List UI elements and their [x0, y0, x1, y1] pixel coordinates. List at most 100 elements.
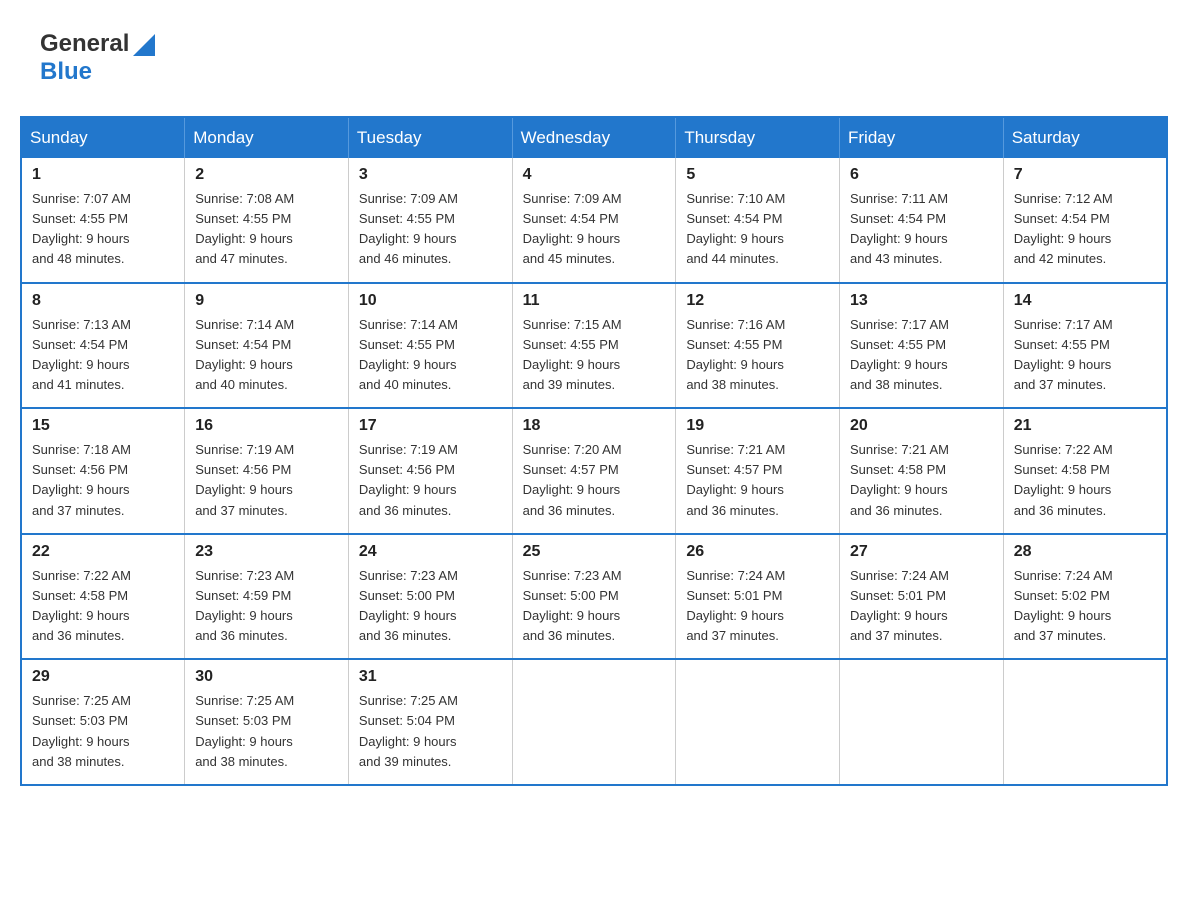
calendar-cell: 14Sunrise: 7:17 AMSunset: 4:55 PMDayligh…	[1003, 283, 1167, 409]
day-info: Sunrise: 7:25 AMSunset: 5:04 PMDaylight:…	[359, 691, 502, 772]
calendar-cell: 6Sunrise: 7:11 AMSunset: 4:54 PMDaylight…	[840, 158, 1004, 283]
calendar-cell: 24 Sunrise: 7:23 AMSunset: 5:00 PMDayligh…	[348, 534, 512, 660]
calendar-cell: 13 Sunrise: 7:17 AMSunset: 4:55 PMDayligh…	[840, 283, 1004, 409]
day-number: 27	[850, 543, 993, 561]
day-number: 28	[1014, 543, 1156, 561]
day-info: Sunrise: 7:19 AMSunset: 4:56 PMDaylight:…	[359, 440, 502, 521]
logo-general-text: General	[40, 30, 129, 58]
day-info: Sunrise: 7:13 AMSunset: 4:54 PMDaylight:…	[32, 315, 174, 396]
calendar-cell: 4 Sunrise: 7:09 AMSunset: 4:54 PMDaylight…	[512, 158, 676, 283]
day-number: 5	[686, 166, 829, 184]
calendar-cell: 10Sunrise: 7:14 AMSunset: 4:55 PMDayligh…	[348, 283, 512, 409]
day-number: 16	[195, 417, 338, 435]
day-info: Sunrise: 7:14 AMSunset: 4:54 PMDaylight:…	[195, 315, 338, 396]
day-number: 7	[1014, 166, 1156, 184]
column-header-thursday: Thursday	[676, 117, 840, 158]
calendar-cell: 3 Sunrise: 7:09 AMSunset: 4:55 PMDaylight…	[348, 158, 512, 283]
day-number: 29	[32, 668, 174, 686]
day-info: Sunrise: 7:09 AMSunset: 4:54 PMDaylight:…	[523, 189, 666, 270]
calendar-cell: 25 Sunrise: 7:23 AMSunset: 5:00 PMDayligh…	[512, 534, 676, 660]
calendar-cell: 9Sunrise: 7:14 AMSunset: 4:54 PMDaylight…	[185, 283, 349, 409]
day-number: 19	[686, 417, 829, 435]
day-info: Sunrise: 7:17 AMSunset: 4:55 PMDaylight:…	[850, 315, 993, 396]
calendar-cell: 2Sunrise: 7:08 AMSunset: 4:55 PMDaylight…	[185, 158, 349, 283]
day-number: 18	[523, 417, 666, 435]
day-number: 24	[359, 543, 502, 561]
day-info: Sunrise: 7:25 AMSunset: 5:03 PMDaylight:…	[195, 691, 338, 772]
day-info: Sunrise: 7:24 AMSunset: 5:01 PMDaylight:…	[686, 566, 829, 647]
calendar-cell: 1 Sunrise: 7:07 AMSunset: 4:55 PMDaylight…	[21, 158, 185, 283]
calendar-cell: 26 Sunrise: 7:24 AMSunset: 5:01 PMDayligh…	[676, 534, 840, 660]
calendar-week-row: 8Sunrise: 7:13 AMSunset: 4:54 PMDaylight…	[21, 283, 1167, 409]
calendar-cell: 17Sunrise: 7:19 AMSunset: 4:56 PMDayligh…	[348, 408, 512, 534]
day-number: 26	[686, 543, 829, 561]
calendar-cell	[1003, 659, 1167, 785]
calendar-cell: 21 Sunrise: 7:22 AMSunset: 4:58 PMDayligh…	[1003, 408, 1167, 534]
calendar-cell: 22Sunrise: 7:22 AMSunset: 4:58 PMDayligh…	[21, 534, 185, 660]
day-number: 20	[850, 417, 993, 435]
day-info: Sunrise: 7:14 AMSunset: 4:55 PMDaylight:…	[359, 315, 502, 396]
day-info: Sunrise: 7:21 AMSunset: 4:58 PMDaylight:…	[850, 440, 993, 521]
calendar-cell: 11 Sunrise: 7:15 AMSunset: 4:55 PMDayligh…	[512, 283, 676, 409]
calendar-week-row: 29 Sunrise: 7:25 AMSunset: 5:03 PMDayligh…	[21, 659, 1167, 785]
day-info: Sunrise: 7:07 AMSunset: 4:55 PMDaylight:…	[32, 189, 174, 270]
page-header: General Blue	[20, 20, 1168, 96]
calendar-cell	[512, 659, 676, 785]
calendar-cell: 30 Sunrise: 7:25 AMSunset: 5:03 PMDayligh…	[185, 659, 349, 785]
day-number: 1	[32, 166, 174, 184]
column-header-wednesday: Wednesday	[512, 117, 676, 158]
calendar-cell: 29Sunrise: 7:25 AMSunset: 5:03 PMDayligh…	[21, 659, 185, 785]
day-info: Sunrise: 7:19 AMSunset: 4:56 PMDaylight:…	[195, 440, 338, 521]
day-number: 23	[195, 543, 338, 561]
day-info: Sunrise: 7:15 AMSunset: 4:55 PMDaylight:…	[523, 315, 666, 396]
calendar-cell	[676, 659, 840, 785]
calendar-week-row: 1 Sunrise: 7:07 AMSunset: 4:55 PMDaylight…	[21, 158, 1167, 283]
day-info: Sunrise: 7:24 AMSunset: 5:02 PMDaylight:…	[1014, 566, 1156, 647]
day-number: 21	[1014, 417, 1156, 435]
day-number: 31	[359, 668, 502, 686]
day-info: Sunrise: 7:12 AMSunset: 4:54 PMDaylight:…	[1014, 189, 1156, 270]
calendar-cell: 5 Sunrise: 7:10 AMSunset: 4:54 PMDaylight…	[676, 158, 840, 283]
calendar-cell: 27 Sunrise: 7:24 AMSunset: 5:01 PMDayligh…	[840, 534, 1004, 660]
calendar-cell: 31 Sunrise: 7:25 AMSunset: 5:04 PMDayligh…	[348, 659, 512, 785]
day-info: Sunrise: 7:16 AMSunset: 4:55 PMDaylight:…	[686, 315, 829, 396]
calendar-table: SundayMondayTuesdayWednesdayThursdayFrid…	[20, 116, 1168, 786]
day-info: Sunrise: 7:20 AMSunset: 4:57 PMDaylight:…	[523, 440, 666, 521]
column-header-monday: Monday	[185, 117, 349, 158]
day-info: Sunrise: 7:23 AMSunset: 4:59 PMDaylight:…	[195, 566, 338, 647]
day-number: 13	[850, 292, 993, 310]
day-number: 30	[195, 668, 338, 686]
day-number: 14	[1014, 292, 1156, 310]
day-info: Sunrise: 7:23 AMSunset: 5:00 PMDaylight:…	[523, 566, 666, 647]
calendar-week-row: 15 Sunrise: 7:18 AMSunset: 4:56 PMDayligh…	[21, 408, 1167, 534]
calendar-cell: 19 Sunrise: 7:21 AMSunset: 4:57 PMDayligh…	[676, 408, 840, 534]
day-info: Sunrise: 7:10 AMSunset: 4:54 PMDaylight:…	[686, 189, 829, 270]
calendar-header-row: SundayMondayTuesdayWednesdayThursdayFrid…	[21, 117, 1167, 158]
logo-triangle-icon	[133, 34, 155, 56]
column-header-saturday: Saturday	[1003, 117, 1167, 158]
day-info: Sunrise: 7:11 AMSunset: 4:54 PMDaylight:…	[850, 189, 993, 270]
column-header-sunday: Sunday	[21, 117, 185, 158]
day-info: Sunrise: 7:22 AMSunset: 4:58 PMDaylight:…	[1014, 440, 1156, 521]
day-number: 25	[523, 543, 666, 561]
day-info: Sunrise: 7:09 AMSunset: 4:55 PMDaylight:…	[359, 189, 502, 270]
day-info: Sunrise: 7:23 AMSunset: 5:00 PMDaylight:…	[359, 566, 502, 647]
calendar-cell: 28 Sunrise: 7:24 AMSunset: 5:02 PMDayligh…	[1003, 534, 1167, 660]
day-number: 3	[359, 166, 502, 184]
day-number: 12	[686, 292, 829, 310]
column-header-tuesday: Tuesday	[348, 117, 512, 158]
day-info: Sunrise: 7:18 AMSunset: 4:56 PMDaylight:…	[32, 440, 174, 521]
day-info: Sunrise: 7:24 AMSunset: 5:01 PMDaylight:…	[850, 566, 993, 647]
day-number: 11	[523, 292, 666, 310]
logo-blue-text: Blue	[40, 58, 92, 85]
calendar-cell: 20 Sunrise: 7:21 AMSunset: 4:58 PMDayligh…	[840, 408, 1004, 534]
day-info: Sunrise: 7:21 AMSunset: 4:57 PMDaylight:…	[686, 440, 829, 521]
day-number: 4	[523, 166, 666, 184]
calendar-week-row: 22Sunrise: 7:22 AMSunset: 4:58 PMDayligh…	[21, 534, 1167, 660]
day-number: 15	[32, 417, 174, 435]
calendar-cell: 18 Sunrise: 7:20 AMSunset: 4:57 PMDayligh…	[512, 408, 676, 534]
calendar-cell	[840, 659, 1004, 785]
day-info: Sunrise: 7:08 AMSunset: 4:55 PMDaylight:…	[195, 189, 338, 270]
column-header-friday: Friday	[840, 117, 1004, 158]
calendar-cell: 12 Sunrise: 7:16 AMSunset: 4:55 PMDayligh…	[676, 283, 840, 409]
